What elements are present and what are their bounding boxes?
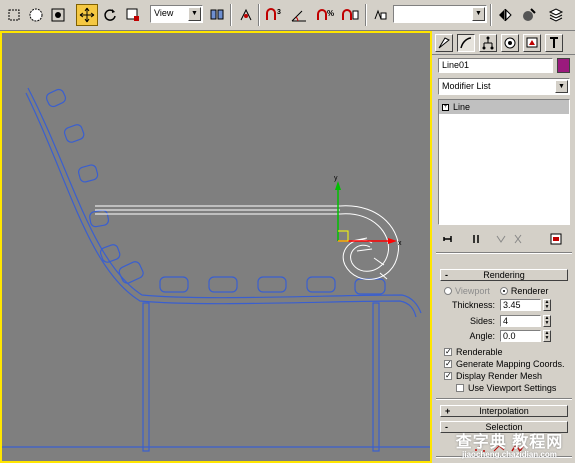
rendering-rollout-title: Rendering (483, 270, 525, 280)
collapse-icon: - (445, 270, 448, 280)
checkmark-icon: ✓ (444, 370, 452, 380)
modifier-stack[interactable]: + Line (438, 99, 570, 225)
stack-item-line[interactable]: + Line (439, 100, 569, 114)
rotate-icon[interactable] (99, 4, 121, 26)
utilities-tab-icon[interactable] (545, 34, 563, 52)
move-icon[interactable] (76, 4, 98, 26)
angle-snap-icon[interactable] (289, 4, 311, 26)
hierarchy-tab-icon[interactable] (479, 34, 497, 52)
toolbar-separator (230, 4, 232, 26)
svg-text:%: % (327, 9, 334, 18)
viewport-radio-label: Viewport (455, 286, 490, 296)
spinner-arrows-icon[interactable]: ▲ ▼ (543, 330, 551, 342)
motion-tab-icon[interactable] (501, 34, 519, 52)
render-mode-radio-group: Viewport Renderer (444, 285, 568, 297)
toolbar-separator (258, 4, 260, 26)
spinner-arrows-icon[interactable]: ▲ ▼ (543, 299, 551, 311)
angle-label: Angle: (469, 331, 495, 341)
angle-spinner: Angle: 0.0 ▲ ▼ (440, 330, 568, 343)
layers-icon[interactable] (545, 4, 567, 26)
angle-input[interactable]: 0.0 (500, 330, 541, 342)
empty-checkbox (456, 383, 464, 392)
interpolation-rollout-title: Interpolation (479, 406, 529, 416)
renderable-label: Renderable (456, 346, 503, 357)
site-watermark: 查字典 教程网 jiaocheng.chazidian.com (444, 428, 575, 463)
chevron-down-icon: ▼ (555, 80, 568, 93)
perspective-viewport[interactable]: y x (0, 31, 432, 463)
object-name-field[interactable]: Line01 (438, 58, 553, 73)
command-panel-tabs (432, 31, 575, 55)
reference-coord-select[interactable]: View ▼ (150, 5, 203, 23)
display-tab-icon[interactable] (523, 34, 541, 52)
sides-input[interactable]: 4 (500, 315, 541, 327)
sides-spinner: Sides: 4 ▲ ▼ (440, 315, 568, 328)
viewport-radio[interactable]: Viewport (444, 286, 490, 296)
expand-icon[interactable]: + (442, 103, 449, 111)
watermark-url: jiaocheng.chazidian.com (462, 450, 557, 459)
toolbar-separator (365, 4, 367, 26)
watermark-title: 查字典 教程网 (455, 434, 564, 451)
window-crossing-icon[interactable] (47, 4, 69, 26)
renderer-radio-label: Renderer (510, 286, 549, 296)
modify-tab-icon[interactable] (457, 34, 475, 52)
panel-divider (436, 252, 572, 254)
spinner-arrows-icon[interactable]: ▲ ▼ (543, 315, 551, 327)
modifier-list-label: Modifier List (442, 81, 491, 91)
bench-leg-left (142, 302, 150, 452)
select-object-icon[interactable] (3, 4, 25, 26)
thickness-label: Thickness: (451, 300, 495, 310)
snap-3d-icon[interactable]: 3 (263, 4, 285, 26)
configure-modifier-sets-icon[interactable] (548, 231, 564, 247)
modifier-list-dropdown[interactable]: Modifier List ▼ (438, 78, 570, 95)
viewport-scene: y x (2, 87, 430, 452)
edit-named-selection-icon[interactable] (369, 4, 391, 26)
checkmark-icon: ✓ (444, 346, 452, 356)
percent-snap-icon[interactable]: % (315, 4, 337, 26)
scale-icon[interactable] (122, 4, 144, 26)
svg-text:y: y (334, 175, 338, 182)
named-selection-select[interactable]: ▼ (393, 5, 487, 23)
sides-label: Sides: (469, 316, 495, 326)
generate-mapping-label: Generate Mapping Coords. (456, 358, 565, 369)
renderer-radio[interactable]: Renderer (499, 286, 549, 296)
bench-leg-right (372, 302, 380, 452)
rendering-rollout-header[interactable]: - Rendering (440, 269, 568, 281)
align-icon[interactable] (518, 4, 540, 26)
stack-item-label: Line (453, 102, 471, 112)
svg-text:x: x (398, 240, 402, 247)
svg-text:3: 3 (277, 9, 281, 16)
remove-modifier-icon[interactable] (510, 231, 526, 247)
command-panel: Line01 Modifier List ▼ + Line - Renderin… (432, 31, 575, 463)
stack-toolbar (438, 229, 570, 249)
display-render-mesh-checkbox[interactable]: ✓ Display Render Mesh (444, 370, 542, 381)
select-manipulate-icon[interactable] (235, 4, 257, 26)
main-toolbar: View ▼ 3 % ▼ (0, 0, 575, 31)
radio-dot (444, 287, 452, 295)
use-viewport-settings-label: Use Viewport Settings (468, 382, 557, 393)
panel-divider (436, 398, 572, 400)
select-region-circle-icon[interactable] (25, 4, 47, 26)
mirror-icon[interactable] (494, 4, 516, 26)
checkmark-icon: ✓ (444, 358, 452, 368)
renderable-checkbox[interactable]: ✓ Renderable (444, 346, 503, 357)
spinner-snap-icon[interactable] (340, 4, 362, 26)
thickness-spinner: Thickness: 3.45 ▲ ▼ (440, 299, 568, 312)
interpolation-rollout-header[interactable]: + Interpolation (440, 405, 568, 417)
toolbar-separator (490, 4, 492, 26)
create-tab-icon[interactable] (435, 34, 453, 52)
expand-icon: + (445, 406, 451, 416)
thickness-input[interactable]: 3.45 (500, 299, 541, 311)
object-color-swatch[interactable] (557, 58, 570, 73)
pivot-center-icon[interactable] (206, 4, 228, 26)
show-end-result-icon[interactable] (468, 231, 484, 247)
make-unique-icon[interactable] (493, 231, 509, 247)
use-viewport-settings-checkbox[interactable]: Use Viewport Settings (456, 382, 556, 393)
generate-mapping-checkbox[interactable]: ✓ Generate Mapping Coords. (444, 358, 565, 369)
pin-stack-icon[interactable] (440, 231, 456, 247)
display-render-mesh-label: Display Render Mesh (456, 370, 543, 381)
radio-dot (499, 287, 508, 295)
